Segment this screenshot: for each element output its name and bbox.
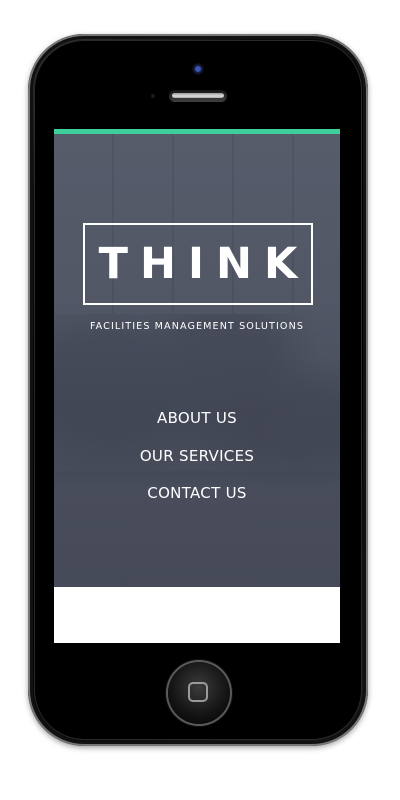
main-nav: ABOUT US OUR SERVICES CONTACT US [54,409,340,522]
logo[interactable]: THINK [83,223,313,305]
nav-item-contact-us[interactable]: CONTACT US [54,484,340,503]
phone-screen: THINK FACILITIES MANAGEMENT SOLUTIONS AB… [54,129,340,643]
nav-item-about-us[interactable]: ABOUT US [54,409,340,428]
logo-text: THINK [98,239,310,289]
nav-item-our-services[interactable]: OUR SERVICES [54,447,340,466]
home-button-icon [188,682,208,702]
hero-background: THINK FACILITIES MANAGEMENT SOLUTIONS AB… [54,134,340,587]
home-button[interactable] [168,662,230,724]
tagline: FACILITIES MANAGEMENT SOLUTIONS [89,321,305,332]
front-camera-icon [192,63,204,75]
earpiece-speaker-icon [168,89,228,103]
proximity-sensor-icon [151,94,155,98]
